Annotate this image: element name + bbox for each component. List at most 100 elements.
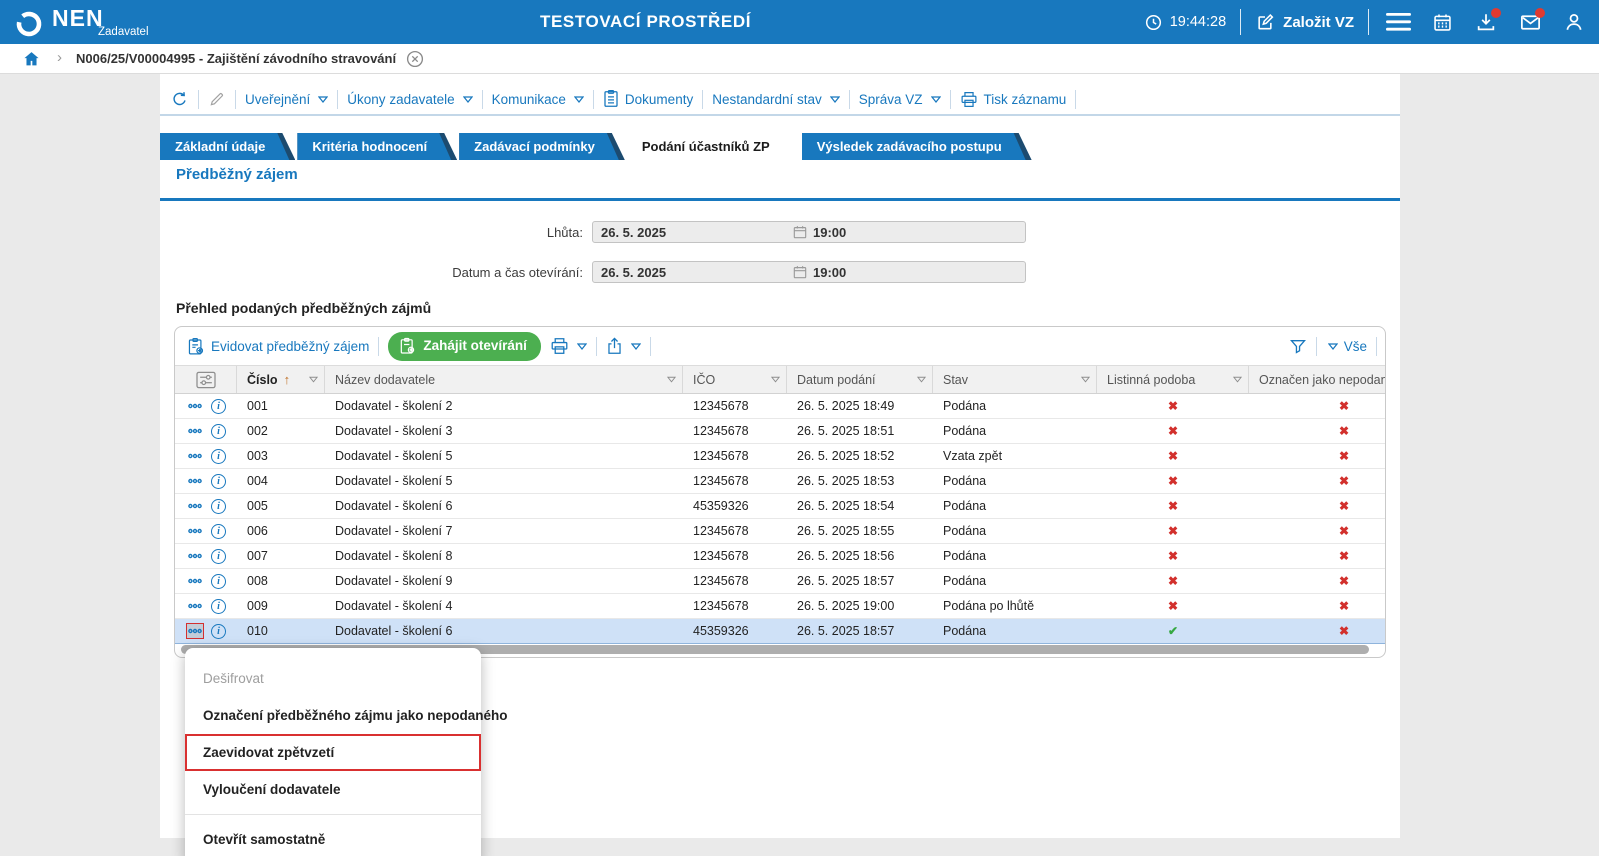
tab[interactable]: Výsledek zadávacího postupu [802,133,1032,160]
menu-item-zaevidovat-zpetvzeti[interactable]: Zaevidovat zpětvzetí [185,734,481,771]
menu-item-vylouceni-dodavatele[interactable]: Vyloučení dodavatele [185,771,481,808]
column-header-nepodany[interactable]: Označen jako nepodaný [1249,366,1386,393]
filter-caret-icon[interactable] [309,376,318,383]
downloads-button[interactable] [1471,7,1501,37]
menu-nestandardni-stav[interactable]: Nestandardní stav [712,92,840,107]
menu-item-desifrovat: Dešifrovat [185,660,481,697]
menu-sprava-vz[interactable]: Správa VZ [859,92,941,107]
filter-caret-icon[interactable] [1233,376,1242,383]
column-header-nazev[interactable]: Název dodavatele [325,366,683,393]
row-info-icon[interactable]: i [211,449,226,464]
menu-item-otevrit-samostatne[interactable]: Otevřít samostatně [185,821,481,856]
lhuta-date-value[interactable]: 26. 5. 2025 [593,225,793,240]
clipboard-add-icon [187,337,205,356]
column-header-ico[interactable]: IČO [683,366,787,393]
row-menu-icon[interactable] [186,448,204,464]
table-row[interactable]: i 001 Dodavatel - školení 2 12345678 26.… [175,394,1386,419]
chevron-down-icon [318,96,328,103]
grid-body: Číslo ↑ Název dodavatele IČO Datum podán… [175,365,1386,644]
lhuta-time-value[interactable]: 19:00 [813,225,846,240]
calendar-icon[interactable] [793,265,807,279]
table-row[interactable]: i 007 Dodavatel - školení 8 12345678 26.… [175,544,1386,569]
row-info-icon[interactable]: i [211,424,226,439]
menu-ukony-zadavatele[interactable]: Úkony zadavatele [347,92,472,107]
breadcrumb-item[interactable]: N006/25/V00004995 - Zajištění závodního … [76,51,396,66]
table-row[interactable]: i 010 Dodavatel - školení 6 45359326 26.… [175,619,1386,644]
table-row[interactable]: i 002 Dodavatel - školení 3 12345678 26.… [175,419,1386,444]
tab[interactable]: Kritéria hodnocení [297,133,457,160]
session-clock: 19:44:28 [1144,13,1226,32]
menu-komunikace[interactable]: Komunikace [492,92,584,107]
home-icon[interactable] [22,50,41,68]
row-menu-icon[interactable] [186,473,204,489]
oteviranie-date-value[interactable]: 26. 5. 2025 [593,265,793,280]
oteviranie-time-value[interactable]: 19:00 [813,265,846,280]
menu-tisk-zaznamu[interactable]: Tisk záznamu [960,91,1067,108]
row-menu-icon[interactable] [186,498,204,514]
menu-item-oznaceni-nepodaneho[interactable]: Označení předběžného zájmu jako nepodané… [185,697,481,734]
row-menu-icon[interactable] [186,398,204,414]
cell-ico: 45359326 [683,619,787,643]
column-header-datum[interactable]: Datum podání [787,366,933,393]
row-info-icon[interactable]: i [211,574,226,589]
divider [198,90,199,109]
row-info-icon[interactable]: i [211,499,226,514]
filter-caret-icon[interactable] [771,376,780,383]
filter-button[interactable] [1289,337,1307,355]
print-grid-button[interactable] [550,337,587,355]
row-menu-icon[interactable] [186,573,204,589]
cell-listinna-mark: ✖ [1097,494,1249,518]
main-menu-button[interactable] [1383,7,1413,37]
view-all-dropdown[interactable]: Vše [1326,339,1367,354]
row-info-icon[interactable]: i [211,524,226,539]
tab[interactable]: Základní údaje [160,133,295,160]
cell-stav: Podána [933,469,1097,493]
oteviranie-datetime-field[interactable]: 26. 5. 2025 19:00 [592,261,1026,283]
menu-uverejneni[interactable]: Uveřejnění [245,92,328,107]
export-grid-button[interactable] [606,337,641,355]
refresh-button[interactable] [170,90,189,109]
messages-button[interactable] [1515,7,1545,37]
row-info-icon[interactable]: i [211,474,226,489]
close-record-icon[interactable] [406,50,424,68]
create-vz-button[interactable]: Založit VZ [1255,12,1354,32]
nen-logo[interactable]: NEN Zadavatel [14,6,149,39]
zahajit-oteviranie-button[interactable]: Zahájit otevírání [388,332,541,361]
calendar-button[interactable] [1427,7,1457,37]
cell-cislo: 003 [237,444,325,468]
cell-nepodany-mark: ✖ [1249,494,1386,518]
lhuta-datetime-field[interactable]: 26. 5. 2025 19:00 [592,221,1026,243]
tab[interactable]: Zadávací podmínky [459,133,625,160]
row-menu-icon[interactable] [186,423,204,439]
row-menu-icon[interactable] [186,548,204,564]
divider [482,90,483,109]
evidovat-button[interactable]: Evidovat předběžný zájem [187,337,369,356]
row-info-icon[interactable]: i [211,549,226,564]
row-info-icon[interactable]: i [211,624,226,639]
calendar-icon[interactable] [793,225,807,239]
table-row[interactable]: i 003 Dodavatel - školení 5 12345678 26.… [175,444,1386,469]
cell-listinna-mark: ✖ [1097,444,1249,468]
row-info-icon[interactable]: i [211,399,226,414]
row-info-icon[interactable]: i [211,599,226,614]
column-header-listinna[interactable]: Listinná podoba [1097,366,1249,393]
table-row[interactable]: i 006 Dodavatel - školení 7 12345678 26.… [175,519,1386,544]
table-row[interactable]: i 008 Dodavatel - školení 9 12345678 26.… [175,569,1386,594]
tab[interactable]: Podání účastníků ZP [627,133,800,160]
user-profile-button[interactable] [1559,7,1589,37]
row-menu-icon[interactable] [186,623,204,639]
filter-caret-icon[interactable] [667,376,676,383]
nen-logo-icon [14,9,44,39]
menu-dokumenty[interactable]: Dokumenty [603,90,693,108]
table-row[interactable]: i 009 Dodavatel - školení 4 12345678 26.… [175,594,1386,619]
edit-record-button[interactable] [208,90,226,108]
column-header-cislo[interactable]: Číslo ↑ [237,366,325,393]
column-settings-button[interactable] [175,366,237,393]
table-row[interactable]: i 005 Dodavatel - školení 6 45359326 26.… [175,494,1386,519]
column-header-stav[interactable]: Stav [933,366,1097,393]
table-row[interactable]: i 004 Dodavatel - školení 5 12345678 26.… [175,469,1386,494]
row-menu-icon[interactable] [186,598,204,614]
filter-caret-icon[interactable] [917,376,926,383]
filter-caret-icon[interactable] [1081,376,1090,383]
row-menu-icon[interactable] [186,523,204,539]
